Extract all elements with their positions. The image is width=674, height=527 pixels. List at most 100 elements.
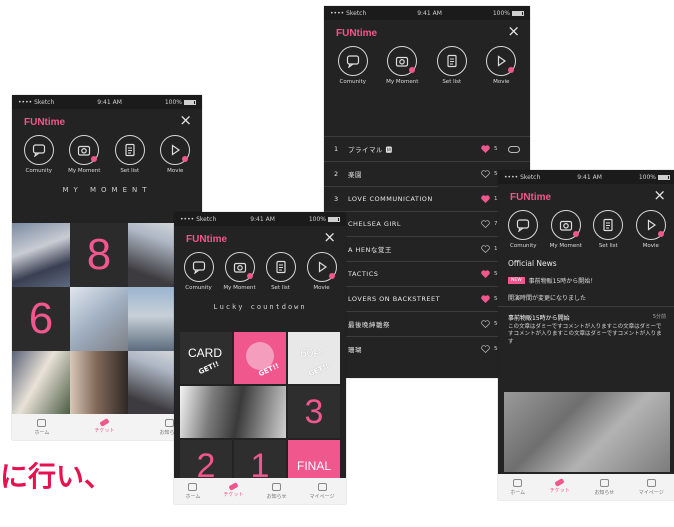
tab-home[interactable]: ホーム <box>510 478 525 496</box>
menu-movie[interactable]: Movie <box>301 252 342 291</box>
notification-dot <box>182 156 189 162</box>
setlist-icon <box>125 143 135 157</box>
lucky-card-tile[interactable]: CARD GET!! <box>180 332 232 384</box>
news-heading: Official News <box>508 259 557 268</box>
home-icon <box>513 478 523 487</box>
get-label: GET!! <box>197 359 221 377</box>
menu-set-list[interactable]: Set list <box>260 252 301 291</box>
menu-set-list[interactable]: Set list <box>107 135 153 174</box>
status-bar: •••• Sketch 9:41 AM 100% <box>498 170 674 184</box>
slide-caption: に行い、 <box>0 460 113 493</box>
menu-set-list[interactable]: Set list <box>587 210 630 249</box>
lucky-countdown-tile[interactable]: 3 <box>288 386 340 438</box>
cloud-icon[interactable] <box>508 145 520 153</box>
tab-news[interactable]: お知らせ <box>594 478 614 496</box>
status-bar: •••• Sketch 9:41 AM 100% <box>324 6 530 20</box>
heart-icon[interactable] <box>481 345 490 353</box>
heart-icon[interactable] <box>481 145 490 153</box>
menu-comunity[interactable]: Comunity <box>502 210 545 249</box>
tab-bar: ホーム チケット お知らせ マイページ <box>174 478 346 504</box>
moment-photo[interactable] <box>12 223 70 287</box>
moment-photo[interactable] <box>70 351 128 415</box>
moment-photo[interactable] <box>12 351 70 415</box>
heart-icon[interactable] <box>481 270 490 278</box>
menu-set-list[interactable]: Set list <box>429 46 475 85</box>
user-icon <box>317 482 327 491</box>
lucky-points-tile[interactable]: 60P GET!! <box>288 332 340 384</box>
menu-label: My Moment <box>68 168 101 174</box>
menu-comunity[interactable]: Comunity <box>330 46 376 85</box>
song-title: TACTICS <box>348 270 379 278</box>
moment-photo[interactable] <box>70 287 128 351</box>
close-icon[interactable]: × <box>653 188 666 203</box>
battery: 100% <box>639 174 670 181</box>
like-count: 5 <box>494 146 498 152</box>
song-title: LOVERS ON BACKSTREET <box>348 295 441 303</box>
camera-icon <box>78 145 91 156</box>
tab-ticket[interactable]: チケット <box>94 418 114 434</box>
tab-ticket[interactable]: チケット <box>550 478 570 494</box>
song-title: CHELSEA GIRL <box>348 220 401 228</box>
tab-news[interactable]: お知らせ <box>267 482 286 500</box>
tab-ticket[interactable]: チケット <box>223 482 243 498</box>
battery: 100% <box>165 99 196 106</box>
menu-my-moment[interactable]: My Moment <box>219 252 260 291</box>
menu-movie[interactable]: Movie <box>153 135 199 174</box>
clock: 9:41 AM <box>250 215 275 223</box>
menu-comunity[interactable]: Comunity <box>16 135 62 174</box>
moment-countdown-tile[interactable]: 6 <box>12 287 70 351</box>
lucky-get-tile[interactable]: GET!! <box>234 332 286 384</box>
menu-comunity[interactable]: Comunity <box>178 252 219 291</box>
song-title: A HENな覚王 <box>348 246 392 254</box>
close-icon[interactable]: × <box>323 230 336 245</box>
heart-icon[interactable] <box>481 195 490 203</box>
play-icon <box>498 55 507 67</box>
news-post-title: 事前物販15時から開始 <box>508 315 570 322</box>
song-number: 2 <box>334 170 339 178</box>
phone-lucky-countdown: •••• Sketch 9:41 AM 100% FUNtime × Comun… <box>174 212 346 504</box>
menu-movie[interactable]: Movie <box>630 210 673 249</box>
tab-home[interactable]: ホーム <box>186 482 200 500</box>
menu-my-moment[interactable]: My Moment <box>379 46 425 85</box>
song-number: 3 <box>334 195 339 203</box>
close-icon[interactable]: × <box>179 113 192 128</box>
carrier: •••• Sketch <box>330 9 367 17</box>
moment-countdown-tile[interactable]: 8 <box>70 223 128 287</box>
heart-icon[interactable] <box>481 295 490 303</box>
menu-icons: Comunity My Moment Set list Movie <box>174 252 346 291</box>
setlist-row[interactable]: 1 プライマル 🅼 5 <box>324 136 530 161</box>
news-post-image[interactable] <box>504 392 670 472</box>
heart-icon[interactable] <box>481 170 490 178</box>
news-item-title: 開演時間が変更になりました <box>508 295 587 302</box>
heart-icon[interactable] <box>481 220 490 228</box>
news-item[interactable]: 開演時間が変更になりました <box>498 289 674 307</box>
tab-mypage[interactable]: マイページ <box>639 478 664 496</box>
menu-label: My Moment <box>386 79 419 85</box>
home-icon <box>37 418 47 427</box>
chat-bubble-icon <box>517 219 530 232</box>
tab-mypage[interactable]: マイページ <box>310 482 334 500</box>
ticket-icon <box>99 418 110 427</box>
menu-my-moment[interactable]: My Moment <box>545 210 588 249</box>
menu-movie[interactable]: Movie <box>478 46 524 85</box>
tab-home[interactable]: ホーム <box>35 418 49 436</box>
heart-icon[interactable] <box>481 320 490 328</box>
menu-icons: Comunity My Moment Set list Movie <box>498 210 674 249</box>
menu-label: My Moment <box>223 285 256 291</box>
camera-icon <box>559 220 572 231</box>
menu-label: Movie <box>493 79 510 85</box>
points-label: 60P <box>300 346 322 360</box>
notification-dot <box>409 67 416 73</box>
heart-icon[interactable] <box>481 245 490 253</box>
close-icon[interactable]: × <box>507 24 520 39</box>
clock: 9:41 AM <box>97 98 122 106</box>
user-icon <box>646 478 656 487</box>
card-label: CARD <box>188 346 223 360</box>
band-photo[interactable] <box>180 386 286 438</box>
menu-icons: Comunity My Moment Set list Movie <box>324 46 530 85</box>
song-title: 最後晩紳雛祭 <box>348 321 390 329</box>
news-item[interactable]: NEW 事前物販15時から開始！ <box>498 272 674 289</box>
menu-label: Movie <box>642 243 659 249</box>
menu-my-moment[interactable]: My Moment <box>62 135 108 174</box>
status-bar: •••• Sketch 9:41 AM 100% <box>12 95 202 109</box>
